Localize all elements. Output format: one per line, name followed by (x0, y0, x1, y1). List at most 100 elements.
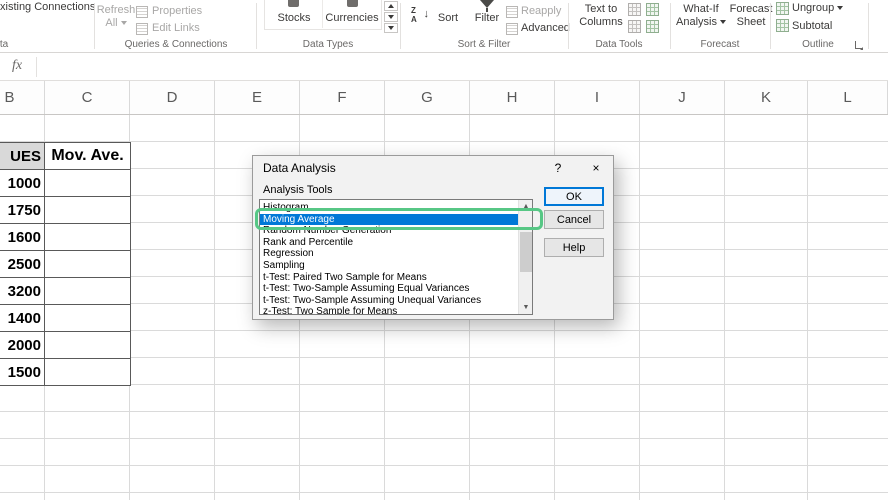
value-cell[interactable]: 1600 (0, 224, 45, 251)
column-header-l[interactable]: L (808, 81, 888, 114)
formula-bar-divider (36, 57, 37, 77)
gallery-up-button[interactable] (384, 1, 398, 11)
flash-fill-icon[interactable] (628, 3, 641, 16)
value-cell[interactable]: 1000 (0, 170, 45, 197)
text-to-columns-button[interactable]: Text to Columns (576, 3, 626, 29)
value-cell[interactable]: 2000 (0, 332, 45, 359)
analysis-tool-item[interactable]: Random Number Generation (260, 225, 519, 237)
ribbon: xisting Connections ta Refresh All Prope… (0, 0, 888, 53)
close-icon[interactable]: × (583, 159, 609, 177)
analysis-tool-item[interactable]: Rank and Percentile (260, 237, 519, 249)
remove-duplicates-icon[interactable] (646, 3, 659, 16)
analysis-tool-item-selected[interactable]: Moving Average (260, 213, 519, 226)
table-row: 3200 (0, 278, 131, 305)
column-header-b[interactable]: B (0, 81, 45, 114)
fx-icon[interactable]: fx (12, 58, 22, 74)
gallery-more-icon (388, 26, 394, 30)
currencies-label: Currencies (325, 12, 379, 24)
scrollbar-thumb[interactable] (520, 232, 532, 272)
scroll-up-icon[interactable]: ▲ (519, 200, 532, 213)
reapply-icon (506, 6, 518, 18)
stocks-icon (288, 0, 299, 7)
stocks-tile[interactable]: Stocks (268, 12, 320, 25)
column-headers: B C D E F G H I J K L (0, 81, 888, 115)
mov-ave-cell[interactable] (45, 278, 131, 305)
cancel-button[interactable]: Cancel (544, 210, 604, 229)
column-header-i[interactable]: I (555, 81, 640, 114)
mov-ave-cell[interactable] (45, 305, 131, 332)
mov-ave-cell[interactable] (45, 170, 131, 197)
mov-ave-cell[interactable] (45, 332, 131, 359)
data-validation-icon[interactable] (628, 20, 641, 33)
stocks-label: Stocks (277, 12, 311, 24)
analysis-tool-item[interactable]: t-Test: Two-Sample Assuming Unequal Vari… (260, 295, 519, 307)
table-row: 1750 (0, 197, 131, 224)
column-header-c[interactable]: C (45, 81, 130, 114)
analysis-tools-listbox[interactable]: Histogram Moving Average Random Number G… (259, 199, 533, 315)
forecast-sheet-line2: Sheet (736, 16, 766, 28)
ok-button[interactable]: OK (544, 187, 604, 206)
dialog-help-icon[interactable]: ? (545, 159, 571, 177)
analysis-tool-item[interactable]: z-Test: Two Sample for Means (260, 306, 519, 314)
edit-links-button[interactable]: Edit Links (152, 22, 200, 35)
filter-button[interactable]: Filter (470, 12, 504, 25)
column-header-g[interactable]: G (385, 81, 470, 114)
gallery-more-button[interactable] (384, 23, 398, 33)
formula-bar[interactable]: fx (0, 53, 888, 81)
value-cell[interactable]: 3200 (0, 278, 45, 305)
forecast-sheet-button[interactable]: Forecast Sheet (728, 3, 774, 29)
column-header-f[interactable]: F (300, 81, 385, 114)
analysis-tool-item[interactable]: t-Test: Two-Sample Assuming Equal Varian… (260, 283, 519, 295)
help-button[interactable]: Help (544, 238, 604, 257)
mov-ave-cell[interactable] (45, 251, 131, 278)
advanced-button[interactable]: Advanced (521, 22, 570, 35)
analysis-tool-item[interactable]: Regression (260, 248, 519, 260)
column-header-e[interactable]: E (215, 81, 300, 114)
reapply-button[interactable]: Reapply (521, 5, 561, 18)
existing-connections-button[interactable]: xisting Connections (0, 1, 95, 14)
refresh-all-button[interactable]: Refresh All (96, 4, 136, 30)
sort-label: Sort (437, 12, 459, 24)
chevron-down-icon (837, 6, 844, 11)
forecast-group-label: Forecast (700, 39, 740, 50)
mov-ave-cell[interactable] (45, 224, 131, 251)
moving-average-header-cell[interactable]: Mov. Ave. (45, 143, 131, 170)
ungroup-icon (776, 2, 789, 15)
properties-button[interactable]: Properties (152, 5, 202, 18)
analysis-tool-item[interactable]: Sampling (260, 260, 519, 272)
value-cell[interactable]: 1400 (0, 305, 45, 332)
column-header-h[interactable]: H (470, 81, 555, 114)
sort-filter-group-label: Sort & Filter (457, 39, 511, 50)
column-header-k[interactable]: K (725, 81, 808, 114)
value-cell[interactable]: 1750 (0, 197, 45, 224)
sort-button[interactable]: Sort (433, 12, 463, 25)
value-cell[interactable]: 1500 (0, 359, 45, 386)
data-tools-group-label: Data Tools (595, 39, 643, 50)
advanced-icon (506, 23, 518, 35)
mov-ave-cell[interactable] (45, 197, 131, 224)
mov-ave-cell[interactable] (45, 359, 131, 386)
column-header-j[interactable]: J (640, 81, 725, 114)
what-if-analysis-button[interactable]: What-If Analysis (674, 3, 728, 29)
text-to-columns-line1: Text to (584, 3, 618, 15)
analysis-tool-item[interactable]: t-Test: Paired Two Sample for Means (260, 272, 519, 284)
outline-dialog-launcher[interactable] (855, 41, 863, 50)
sort-za-icon[interactable]: Z A ↓ (410, 6, 430, 25)
currencies-tile[interactable]: Currencies (322, 12, 382, 25)
subtotal-icon (776, 19, 789, 32)
scroll-down-icon[interactable]: ▼ (519, 301, 532, 314)
data-table: UES Mov. Ave. 1000 1750 1600 2500 3200 1… (0, 142, 131, 386)
table-row: 1600 (0, 224, 131, 251)
column-header-d[interactable]: D (130, 81, 215, 114)
gallery-down-button[interactable] (384, 12, 398, 22)
ungroup-button[interactable]: Ungroup (792, 2, 844, 15)
value-cell[interactable]: 2500 (0, 251, 45, 278)
listbox-scrollbar[interactable]: ▲ ▼ (518, 200, 532, 314)
clipped-group-label: ta (0, 39, 9, 50)
table-row: 1400 (0, 305, 131, 332)
analysis-tool-item[interactable]: Histogram (260, 202, 519, 214)
subtotal-button[interactable]: Subtotal (792, 20, 832, 33)
consolidate-icon[interactable] (646, 20, 659, 33)
chevron-up-icon (388, 4, 394, 8)
values-header-cell[interactable]: UES (0, 143, 45, 170)
